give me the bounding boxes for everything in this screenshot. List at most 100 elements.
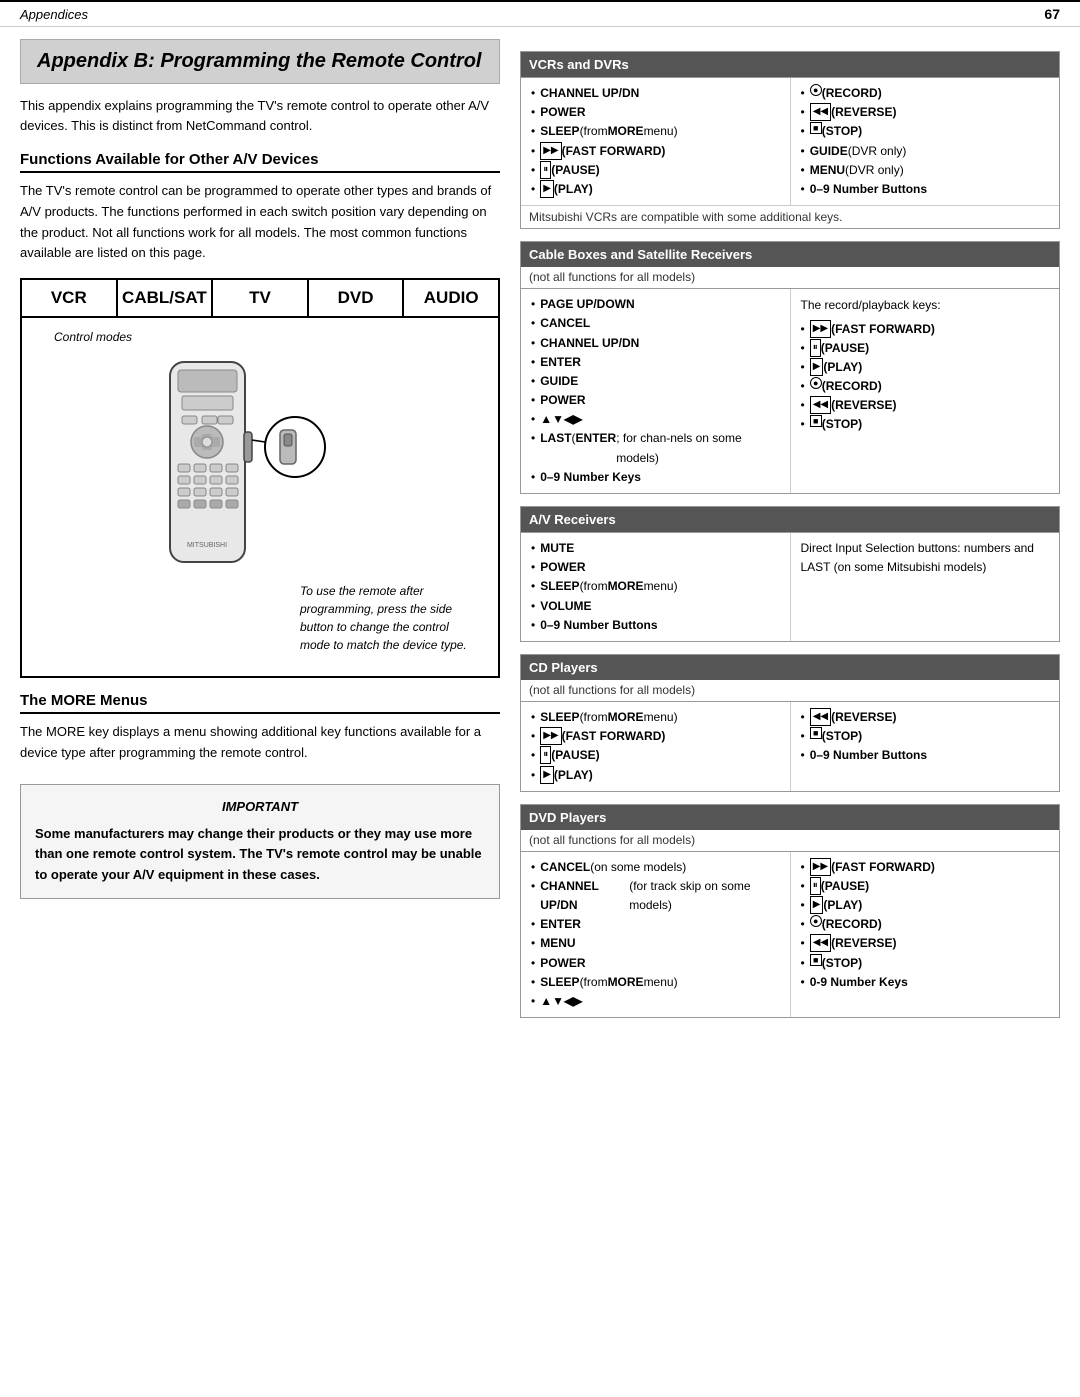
list-item: CHANNEL UP/DN (for track skip on some mo… — [531, 877, 780, 915]
control-modes-body: Control modes — [22, 318, 498, 676]
list-item: 0–9 Number Buttons — [801, 746, 1050, 765]
cable-boxes-subheader: (not all functions for all models) — [521, 267, 1059, 288]
list-item: ▶▶ (FAST FORWARD) — [531, 142, 780, 161]
list-item: CANCEL — [531, 314, 780, 333]
list-item: POWER — [531, 954, 780, 973]
appendices-label: Appendices — [20, 7, 88, 22]
mode-vcr: VCR — [22, 280, 118, 316]
important-box: IMPORTANT Some manufacturers may change … — [20, 784, 500, 899]
list-item: ▶ (PLAY) — [531, 180, 780, 199]
vcrs-dvrs-note: Mitsubishi VCRs are compatible with some… — [521, 205, 1059, 228]
mode-audio: AUDIO — [404, 280, 498, 316]
list-item: ● (RECORD) — [801, 915, 1050, 934]
important-label: IMPORTANT — [35, 797, 485, 818]
list-item: POWER — [531, 103, 780, 122]
important-text: Some manufacturers may change their prod… — [35, 824, 485, 886]
list-item: ■ (STOP) — [801, 415, 1050, 434]
left-column: Appendix B: Programming the Remote Contr… — [20, 27, 500, 1018]
vcrs-dvrs-col1: CHANNEL UP/DN POWER SLEEP (from MORE men… — [521, 78, 791, 205]
cd-players-section: CD Players (not all functions for all mo… — [520, 654, 1060, 792]
cd-players-col2: ◀◀ (REVERSE) ■ (STOP) 0–9 Number Buttons — [791, 702, 1060, 791]
more-menus-heading: The MORE Menus — [20, 692, 500, 714]
av-receivers-col1: MUTE POWER SLEEP (from MORE menu) VOLUME… — [521, 533, 791, 641]
list-item: MENU (DVR only) — [801, 161, 1050, 180]
direct-input-text: Direct Input Selection buttons: numbers … — [801, 539, 1050, 577]
list-item: ● (RECORD) — [801, 377, 1050, 396]
cd-players-header: CD Players — [521, 655, 1059, 680]
list-item: CANCEL (on some models) — [531, 858, 780, 877]
appendix-title: Appendix B: Programming the Remote Contr… — [20, 39, 500, 84]
list-item: ENTER — [531, 353, 780, 372]
mode-dvd: DVD — [309, 280, 405, 316]
vcrs-dvrs-body: CHANNEL UP/DN POWER SLEEP (from MORE men… — [521, 77, 1059, 205]
list-item: ⏸ (PAUSE) — [801, 339, 1050, 358]
cable-boxes-section: Cable Boxes and Satellite Receivers (not… — [520, 241, 1060, 494]
cable-boxes-body: PAGE UP/DOWN CANCEL CHANNEL UP/DN ENTER … — [521, 288, 1059, 493]
main-content: Appendix B: Programming the Remote Contr… — [0, 27, 1080, 1018]
page-number: 67 — [1044, 6, 1060, 22]
mode-tv: TV — [213, 280, 309, 316]
list-item: ◀◀ (REVERSE) — [801, 396, 1050, 415]
list-item: POWER — [531, 391, 780, 410]
list-item: ⏸ (PAUSE) — [531, 161, 780, 180]
list-item: 0–9 Number Buttons — [801, 180, 1050, 199]
right-column: VCRs and DVRs CHANNEL UP/DN POWER SLEEP … — [520, 39, 1060, 1018]
dvd-players-header: DVD Players — [521, 805, 1059, 830]
list-item: PAGE UP/DOWN — [531, 295, 780, 314]
list-item: LAST (ENTER; for chan-nels on some model… — [531, 429, 780, 467]
more-menus-section: The MORE Menus The MORE key displays a m… — [20, 692, 500, 764]
list-item: ■ (STOP) — [801, 727, 1050, 746]
list-item: CHANNEL UP/DN — [531, 334, 780, 353]
list-item: SLEEP (from MORE menu) — [531, 122, 780, 141]
dvd-players-subheader: (not all functions for all models) — [521, 830, 1059, 851]
list-item: GUIDE — [531, 372, 780, 391]
list-item: 0–9 Number Keys — [531, 468, 780, 487]
list-item: ⏸ (PAUSE) — [531, 746, 780, 765]
list-item: ⏸ (PAUSE) — [801, 877, 1050, 896]
cable-boxes-col1: PAGE UP/DOWN CANCEL CHANNEL UP/DN ENTER … — [521, 289, 791, 493]
list-item: ▶ (PLAY) — [531, 766, 780, 785]
list-item: SLEEP (from MORE menu) — [531, 708, 780, 727]
top-bar: Appendices 67 — [0, 0, 1080, 27]
list-item: SLEEP (from MORE menu) — [531, 973, 780, 992]
list-item: ■ (STOP) — [801, 954, 1050, 973]
list-item: GUIDE (DVR only) — [801, 142, 1050, 161]
dvd-players-col1: CANCEL (on some models) CHANNEL UP/DN (f… — [521, 852, 791, 1018]
list-item: ▶▶ (FAST FORWARD) — [531, 727, 780, 746]
list-item: ▶▶ (FAST FORWARD) — [801, 320, 1050, 339]
list-item: ▲▼◀▶ — [531, 992, 780, 1011]
functions-heading: Functions Available for Other A/V Device… — [20, 151, 500, 173]
list-item: ◀◀ (REVERSE) — [801, 934, 1050, 953]
col2-label: The record/playback keys: — [801, 295, 1050, 315]
functions-text: The TV's remote control can be programme… — [20, 181, 500, 264]
dvd-players-body: CANCEL (on some models) CHANNEL UP/DN (f… — [521, 851, 1059, 1018]
list-item: MENU — [531, 934, 780, 953]
list-item: 0–9 Number Buttons — [531, 616, 780, 635]
list-item: VOLUME — [531, 597, 780, 616]
control-modes-label: Control modes — [54, 330, 132, 344]
intro-text: This appendix explains programming the T… — [20, 96, 500, 135]
cd-players-subheader: (not all functions for all models) — [521, 680, 1059, 701]
av-receivers-body: MUTE POWER SLEEP (from MORE menu) VOLUME… — [521, 532, 1059, 641]
cable-boxes-col2: The record/playback keys: ▶▶ (FAST FORWA… — [791, 289, 1060, 493]
list-item: CHANNEL UP/DN — [531, 84, 780, 103]
list-item: ◀◀ (REVERSE) — [801, 103, 1050, 122]
remote-image-area: Control modes — [22, 318, 498, 676]
list-item: 0-9 Number Keys — [801, 973, 1050, 992]
vcrs-dvrs-section: VCRs and DVRs CHANNEL UP/DN POWER SLEEP … — [520, 51, 1060, 229]
dvd-players-section: DVD Players (not all functions for all m… — [520, 804, 1060, 1019]
dvd-players-col2: ▶▶ (FAST FORWARD) ⏸ (PAUSE) ▶ (PLAY) ● (… — [791, 852, 1060, 1018]
control-modes-box: VCR CABL/SAT TV DVD AUDIO Control modes — [20, 278, 500, 678]
list-item: ■ (STOP) — [801, 122, 1050, 141]
av-receivers-section: A/V Receivers MUTE POWER SLEEP (from MOR… — [520, 506, 1060, 642]
mode-cablsat: CABL/SAT — [118, 280, 214, 316]
cd-players-body: SLEEP (from MORE menu) ▶▶ (FAST FORWARD)… — [521, 701, 1059, 791]
list-item: POWER — [531, 558, 780, 577]
list-item: ▶ (PLAY) — [801, 358, 1050, 377]
cd-players-col1: SLEEP (from MORE menu) ▶▶ (FAST FORWARD)… — [521, 702, 791, 791]
control-mode-description: To use the remote after programming, pre… — [286, 572, 486, 664]
list-item: ▶ (PLAY) — [801, 896, 1050, 915]
remote-svg-area: MITSUBISHI — [34, 352, 486, 572]
list-item: ● (RECORD) — [801, 84, 1050, 103]
vcrs-dvrs-header: VCRs and DVRs — [521, 52, 1059, 77]
